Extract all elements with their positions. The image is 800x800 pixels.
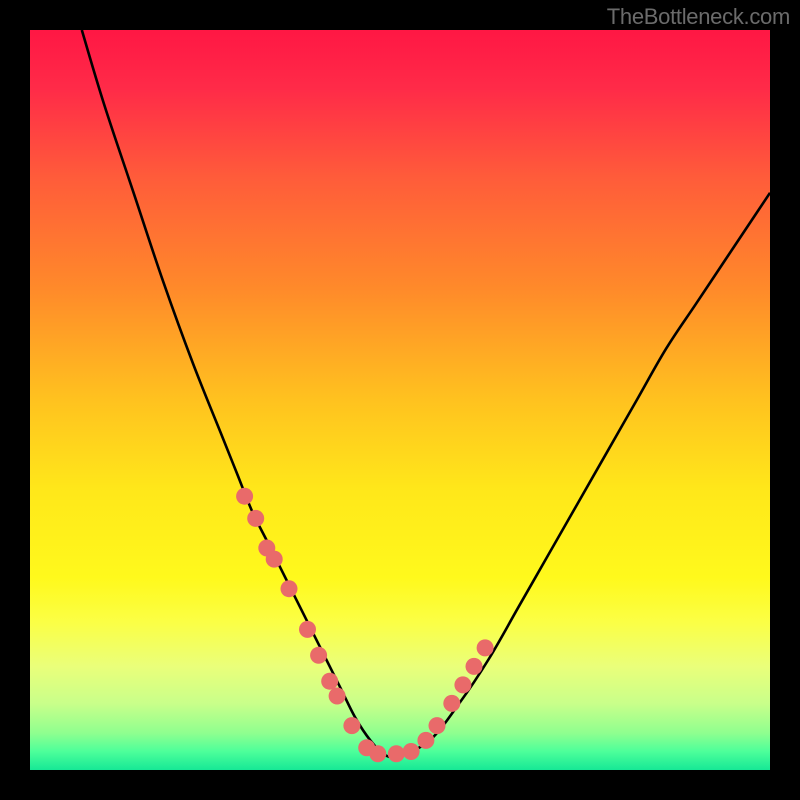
marker-point (454, 676, 471, 693)
marker-point (329, 688, 346, 705)
chart-svg (30, 30, 770, 770)
marker-point (466, 658, 483, 675)
marker-point (443, 695, 460, 712)
marker-point (369, 745, 386, 762)
marker-point (266, 551, 283, 568)
marker-point (299, 621, 316, 638)
marker-point (403, 743, 420, 760)
marker-point (310, 647, 327, 664)
marker-point (388, 745, 405, 762)
plot-area (30, 30, 770, 770)
watermark-text: TheBottleneck.com (607, 4, 790, 30)
chart-frame: TheBottleneck.com (0, 0, 800, 800)
marker-point (429, 717, 446, 734)
marker-point (417, 732, 434, 749)
marker-point (281, 580, 298, 597)
gradient-background (30, 30, 770, 770)
marker-point (236, 488, 253, 505)
marker-point (247, 510, 264, 527)
marker-point (321, 673, 338, 690)
marker-point (343, 717, 360, 734)
marker-point (477, 639, 494, 656)
